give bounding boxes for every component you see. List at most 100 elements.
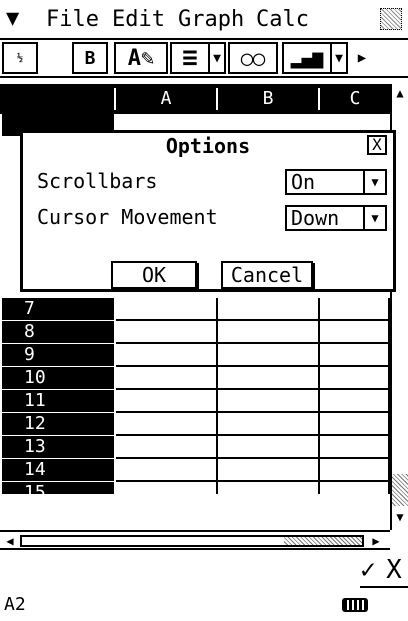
- dialog-title: Options: [165, 134, 251, 158]
- ok-button[interactable]: OK: [111, 261, 197, 289]
- battery-icon: [342, 598, 368, 612]
- current-cell-reference: A2: [4, 594, 26, 615]
- horizontal-scroll-thumb[interactable]: [284, 537, 362, 545]
- cell[interactable]: [218, 413, 320, 436]
- table-row: 12: [0, 413, 390, 436]
- table-row: 10: [0, 367, 390, 390]
- menu-graph[interactable]: Graph: [178, 7, 244, 33]
- row-header[interactable]: 10: [2, 367, 114, 389]
- row-header[interactable]: 12: [2, 413, 114, 435]
- toolbar-scroll-right-icon[interactable]: ▶: [352, 42, 372, 74]
- cell[interactable]: [320, 390, 390, 413]
- horizontal-scroll-track[interactable]: [20, 535, 364, 547]
- cell[interactable]: [116, 298, 218, 321]
- status-bar: A2: [0, 588, 408, 621]
- column-header-a[interactable]: A: [116, 84, 216, 114]
- cell[interactable]: [218, 482, 320, 494]
- scroll-up-icon[interactable]: ▲: [392, 84, 408, 102]
- menu-toggle-icon[interactable]: ▼: [6, 6, 19, 32]
- menu-file[interactable]: File: [46, 7, 99, 33]
- fraction-decimal-icon: ½: [16, 52, 24, 64]
- cell[interactable]: [116, 413, 218, 436]
- scroll-down-icon[interactable]: ▼: [392, 508, 408, 526]
- cell[interactable]: [320, 413, 390, 436]
- view-button[interactable]: ◯◯: [228, 42, 278, 74]
- chevron-down-icon[interactable]: ▼: [363, 171, 385, 193]
- cell[interactable]: [116, 367, 218, 390]
- window-resize-icon[interactable]: [380, 8, 402, 30]
- row-header[interactable]: 14: [2, 459, 114, 481]
- text-style-icon: A✎: [127, 45, 155, 71]
- cell[interactable]: [320, 344, 390, 367]
- cell[interactable]: [116, 344, 218, 367]
- cell[interactable]: [218, 344, 320, 367]
- table-row: 14: [0, 459, 390, 482]
- table-row: 7: [0, 298, 390, 321]
- cell[interactable]: [116, 482, 218, 494]
- cell[interactable]: [218, 367, 320, 390]
- cancel-edit-icon[interactable]: X: [382, 556, 406, 584]
- row-header[interactable]: 7: [2, 298, 114, 320]
- table-row: 9: [0, 344, 390, 367]
- cell[interactable]: [320, 321, 390, 344]
- cell[interactable]: [116, 436, 218, 459]
- column-header-c[interactable]: C: [320, 84, 390, 114]
- options-dialog: Options X Scrollbars On ▼ Cursor Movemen…: [20, 130, 396, 292]
- menu-bar: ▼ File Edit Graph Calc: [0, 0, 408, 40]
- row-header[interactable]: 9: [2, 344, 114, 366]
- table-row: 8: [0, 321, 390, 344]
- cell-edit-input[interactable]: [0, 552, 360, 588]
- cursor-movement-select[interactable]: Down ▼: [285, 205, 387, 231]
- fraction-decimal-button[interactable]: ½: [2, 42, 38, 74]
- menu-calc[interactable]: Calc: [256, 7, 309, 33]
- horizontal-scrollbar[interactable]: ◀ ▶: [0, 530, 390, 550]
- cell[interactable]: [320, 482, 390, 494]
- scroll-right-icon[interactable]: ▶: [368, 532, 384, 550]
- row-header[interactable]: 15: [2, 482, 114, 494]
- cursor-movement-label: Cursor Movement: [37, 205, 218, 229]
- cell[interactable]: [116, 321, 218, 344]
- column-header-b[interactable]: B: [218, 84, 318, 114]
- table-row: 11: [0, 390, 390, 413]
- graph-button[interactable]: ▂▄▆: [282, 42, 332, 74]
- cell[interactable]: [116, 459, 218, 482]
- chevron-down-icon[interactable]: ▼: [363, 207, 385, 229]
- bold-button[interactable]: B: [72, 42, 108, 74]
- cell[interactable]: [218, 390, 320, 413]
- row-header[interactable]: 8: [2, 321, 114, 343]
- toolbar: ½ B A✎ ≡ ▼ ◯◯ ▂▄▆ ▼ ▶: [0, 40, 408, 78]
- bar-chart-icon: ▂▄▆: [290, 47, 324, 69]
- vertical-scroll-thumb[interactable]: [392, 474, 408, 506]
- bold-label: B: [84, 47, 96, 69]
- scrollbars-select[interactable]: On ▼: [285, 169, 387, 195]
- cell[interactable]: [320, 298, 390, 321]
- table-row: 13: [0, 436, 390, 459]
- align-icon: ≡: [182, 43, 198, 73]
- cancel-button[interactable]: Cancel: [221, 261, 313, 289]
- cell[interactable]: [218, 459, 320, 482]
- cell[interactable]: [218, 321, 320, 344]
- align-button[interactable]: ≡: [170, 42, 210, 74]
- column-header-row: A B C: [0, 84, 390, 114]
- row-header[interactable]: 11: [2, 390, 114, 412]
- menu-edit[interactable]: Edit: [112, 7, 165, 33]
- glasses-icon: ◯◯: [240, 46, 266, 70]
- accept-icon[interactable]: ✓: [356, 556, 380, 584]
- cell[interactable]: [218, 436, 320, 459]
- scrollbars-select-value: On: [291, 170, 316, 194]
- cursor-movement-select-value: Down: [291, 206, 340, 230]
- cell[interactable]: [320, 436, 390, 459]
- cell[interactable]: [218, 298, 320, 321]
- align-dropdown-arrow[interactable]: ▼: [210, 42, 226, 74]
- table-row: 15: [0, 482, 390, 494]
- graph-dropdown-arrow[interactable]: ▼: [332, 42, 348, 74]
- cell[interactable]: [320, 459, 390, 482]
- edit-line: ✓ X: [0, 552, 408, 588]
- scroll-left-icon[interactable]: ◀: [2, 532, 18, 550]
- cell[interactable]: [116, 390, 218, 413]
- text-style-button[interactable]: A✎: [114, 42, 168, 74]
- scrollbars-label: Scrollbars: [37, 169, 158, 193]
- close-icon[interactable]: X: [367, 135, 387, 155]
- cell[interactable]: [320, 367, 390, 390]
- row-header[interactable]: 13: [2, 436, 114, 458]
